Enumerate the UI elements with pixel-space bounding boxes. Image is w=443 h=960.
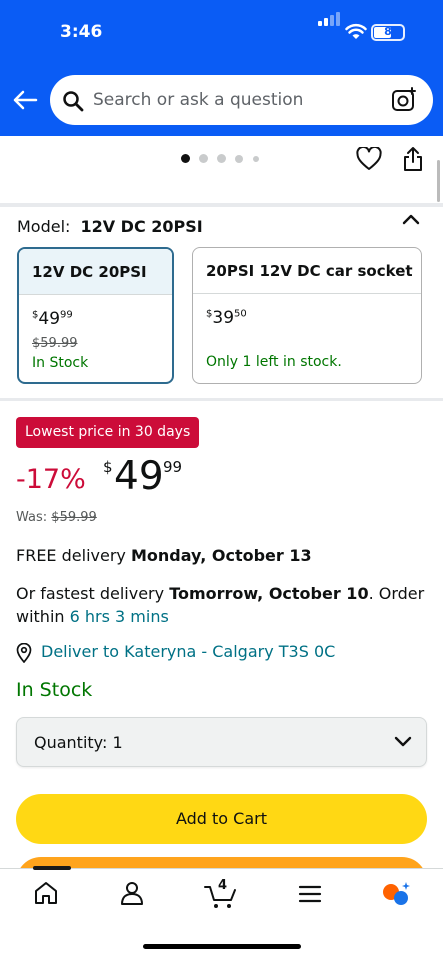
delivery-countdown: 6 hrs 3 mins <box>69 607 169 626</box>
fastest-delivery: Or fastest delivery Tomorrow, October 10… <box>16 584 425 626</box>
search-placeholder: Search or ask a question <box>93 90 304 110</box>
chevron-down-icon <box>394 736 412 747</box>
search-bar[interactable]: Search or ask a question <box>50 75 433 125</box>
model-selected: 12V DC 20PSI <box>80 217 203 236</box>
heart-icon[interactable] <box>356 147 382 171</box>
scrollbar[interactable] <box>437 160 440 202</box>
price-symbol: $ <box>103 458 113 476</box>
model-label: Model: <box>17 217 71 236</box>
camera-search-icon[interactable] <box>391 87 417 113</box>
active-tab-indicator <box>33 866 71 870</box>
option-name: 12V DC 20PSI <box>19 249 172 295</box>
deal-badge: Lowest price in 30 days <box>16 417 200 448</box>
cart-count: 4 <box>218 878 228 893</box>
top-header: 3:46 8 Search or ask a question <box>0 0 443 136</box>
option-name: 20PSI 12V DC car socket <box>193 248 421 294</box>
model-option[interactable]: 20PSI 12V DC car socket $3950 Only 1 lef… <box>192 247 422 384</box>
add-to-cart-button[interactable]: Add to Cart <box>16 794 427 844</box>
location-pin-icon <box>16 643 32 663</box>
home-indicator <box>143 944 301 949</box>
option-stock: Only 1 left in stock. <box>206 354 342 370</box>
model-row: Model: 12V DC 20PSI <box>17 217 203 236</box>
share-icon[interactable] <box>402 146 424 172</box>
option-price: $4999 <box>32 309 73 329</box>
status-time: 3:46 <box>60 22 103 42</box>
option-price: $3950 <box>206 308 247 328</box>
model-option-selected[interactable]: 12V DC 20PSI $4999 $59.99 In Stock <box>17 247 174 384</box>
search-icon <box>63 91 84 112</box>
menu-icon[interactable] <box>298 884 322 904</box>
deliver-to-link[interactable]: Deliver to Kateryna - Calgary T3S 0C <box>41 642 335 661</box>
price-fraction: 99 <box>163 458 183 476</box>
free-delivery: FREE delivery Monday, October 13 <box>16 546 312 565</box>
chevron-up-icon[interactable] <box>402 212 420 226</box>
wifi-icon <box>345 23 367 39</box>
account-icon[interactable] <box>119 880 145 906</box>
option-was-price: $59.99 <box>32 336 78 351</box>
option-stock: In Stock <box>32 355 89 371</box>
battery-icon: 8 <box>371 24 405 41</box>
was-price: Was: $59.99 <box>16 510 97 525</box>
price-whole: 49 <box>114 454 164 499</box>
section-divider <box>0 398 443 401</box>
section-divider <box>0 203 443 207</box>
home-icon[interactable] <box>33 880 59 906</box>
back-arrow-icon[interactable] <box>12 89 38 111</box>
discount-percent: -17% <box>16 464 86 495</box>
rufus-ai-icon[interactable] <box>382 880 412 908</box>
quantity-dropdown[interactable]: Quantity: 1 <box>16 717 427 767</box>
quantity-label: Quantity: 1 <box>34 733 123 752</box>
stock-status: In Stock <box>16 679 93 701</box>
battery-level: 8 <box>384 25 392 38</box>
